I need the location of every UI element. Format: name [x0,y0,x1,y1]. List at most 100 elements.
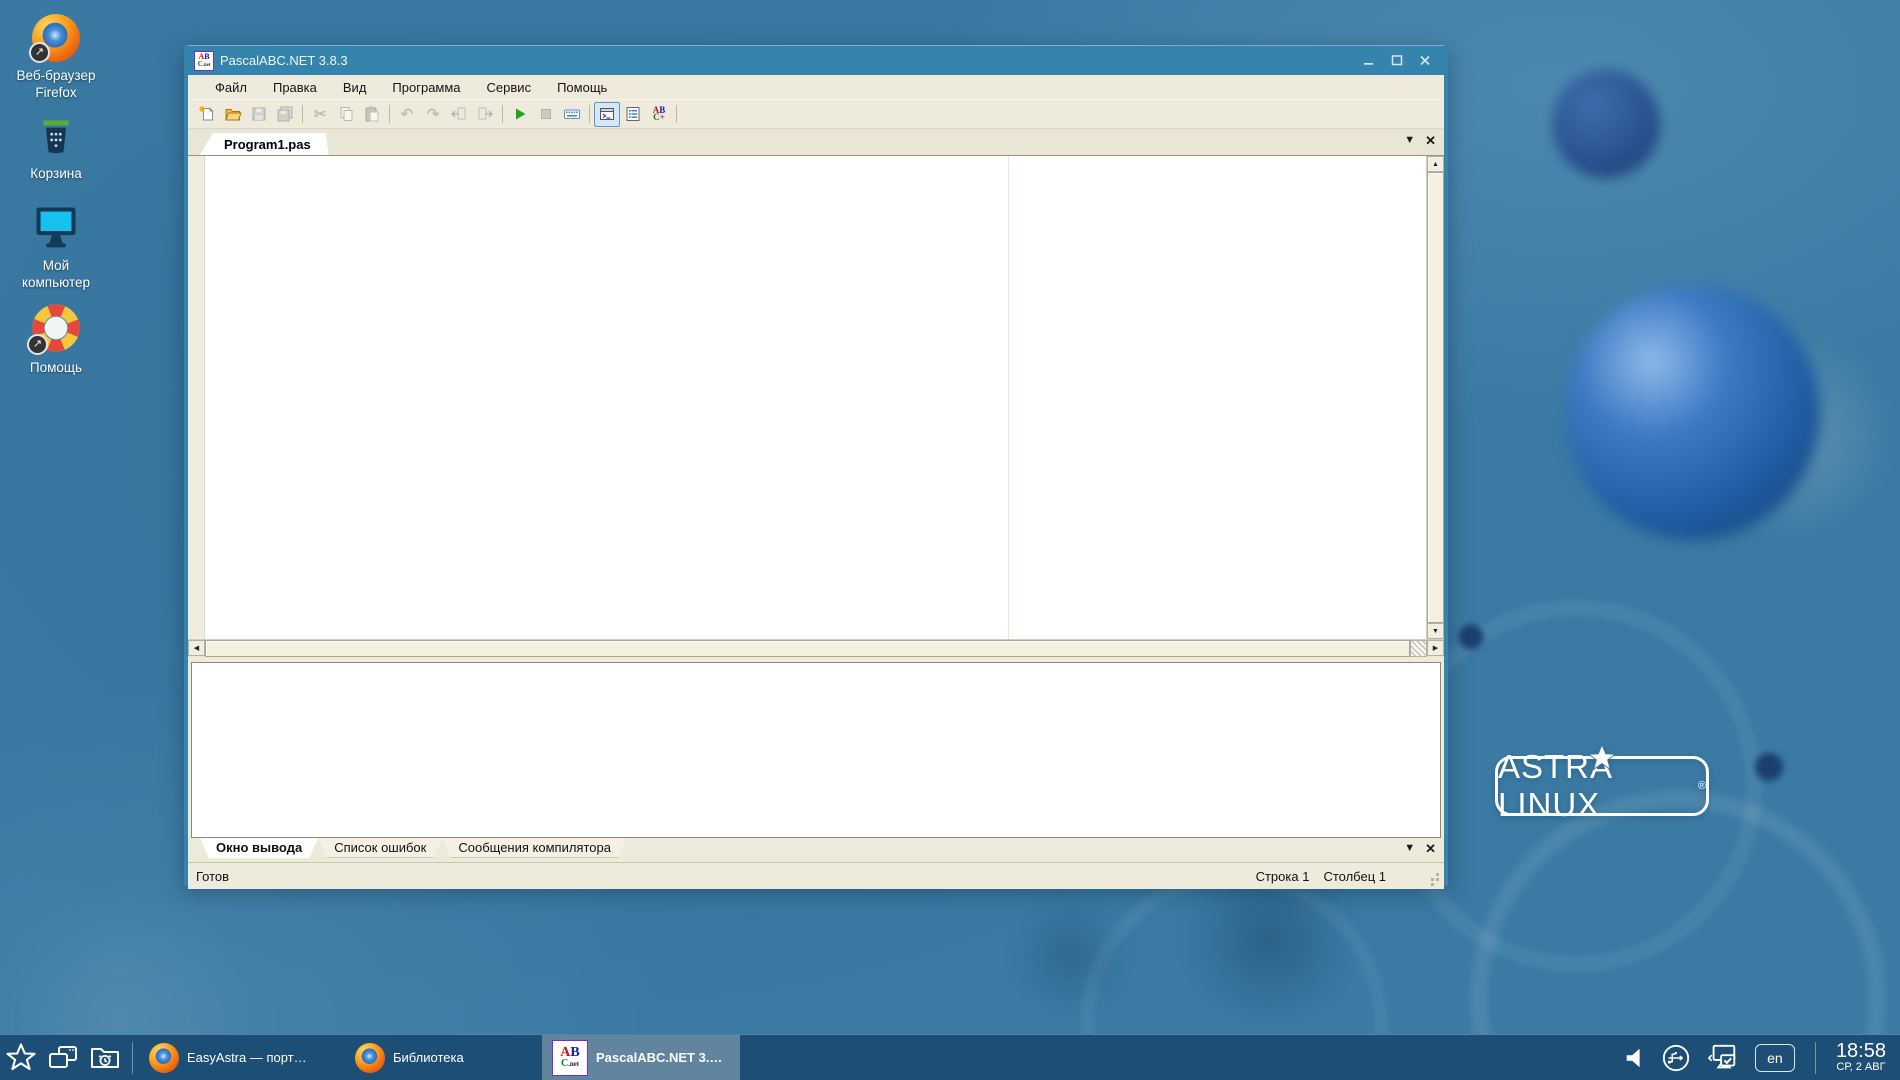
menu-service[interactable]: Сервис [474,77,545,98]
taskbar: EasyAstra — порт… Библиотека AB C.net Pa… [0,1034,1900,1080]
undo-button[interactable]: ↶ [394,102,420,127]
task-library[interactable]: Библиотека [345,1035,500,1080]
copy-icon [340,107,353,121]
redo-button[interactable]: ↷ [420,102,446,127]
desktop-icon-help[interactable]: ↗ Помощь [0,302,112,377]
task-label: PascalABC.NET 3.… [596,1050,723,1065]
code-editor[interactable] [205,156,1426,639]
taskbar-separator [1814,1041,1816,1074]
keyboard-icon [564,109,580,119]
desktop-icon-label: Корзина [30,166,82,181]
toolbar: ✂ ↶ ↷ AB C+ [188,99,1444,129]
close-button[interactable] [1414,51,1436,71]
astra-star-icon [1587,743,1617,771]
toolbar-separator [302,105,303,123]
window-title: PascalABC.NET 3.8.3 [220,53,348,68]
window-titlebar[interactable]: AB C.net PascalABC.NET 3.8.3 [188,45,1444,75]
navigate-forward-button[interactable] [472,102,498,127]
window-list-button[interactable] [42,1035,84,1080]
tab-error-list[interactable]: Список ошибок [318,838,442,858]
maximize-icon [1391,55,1403,66]
menu-edit[interactable]: Правка [260,77,330,98]
start-menu-button[interactable] [0,1035,42,1080]
editor-vertical-scrollbar[interactable]: ▲ ▼ [1426,156,1444,639]
new-file-button[interactable] [194,102,220,127]
display-network-button[interactable] [1705,1042,1741,1074]
task-pascalabc[interactable]: AB C.net PascalABC.NET 3.… [542,1035,740,1080]
scroll-down-button[interactable]: ▼ [1427,623,1444,639]
desktop-icon-trash[interactable]: Корзина [0,114,112,183]
abc-template-icon: AB C+ [652,104,666,122]
paste-button[interactable] [359,102,385,127]
output-tab-dropdown-button[interactable]: ▼ [1404,843,1415,854]
structure-window-button[interactable] [620,102,646,127]
taskbar-separator [132,1041,133,1074]
clock-time: 18:58 [1835,1040,1886,1063]
windows-icon [49,1045,77,1068]
cut-icon: ✂ [313,105,327,123]
tab-output-window[interactable]: Окно вывода [200,838,318,858]
status-ready: Готов [196,868,230,884]
minimize-button[interactable] [1358,51,1380,71]
run-button[interactable] [507,102,533,127]
save-all-button[interactable] [272,102,298,127]
scheduler-folder-button[interactable] [84,1035,126,1080]
monitors-check-icon [1707,1044,1736,1068]
tab-program1[interactable]: Program1.pas [200,133,329,155]
speaker-icon [1626,1048,1640,1067]
desktop-icon-firefox[interactable]: ↗ Веб-браузер Firefox [0,14,112,102]
tab-label: Program1.pas [224,137,311,152]
copy-button[interactable] [333,102,359,127]
close-icon [1420,55,1430,66]
output-close-button[interactable]: ✕ [1425,842,1436,855]
save-button[interactable] [246,102,272,127]
tab-list-dropdown-button[interactable]: ▼ [1404,135,1415,146]
menu-view[interactable]: Вид [330,77,380,98]
usb-devices-button[interactable] [1661,1043,1691,1073]
stop-icon [541,109,551,119]
firefox-icon [149,1042,179,1073]
resize-grip[interactable] [1428,870,1440,882]
toolbar-separator [502,105,503,123]
wallpaper-sphere-glow [1680,330,1900,540]
tab-label: Список ошибок [334,840,427,855]
menu-file[interactable]: Файл [202,77,260,98]
wallpaper-dot [1456,622,1486,652]
open-file-button[interactable] [220,102,246,127]
clock[interactable]: 18:58 СР, 2 АВГ [1836,1041,1886,1074]
wallpaper-dot [1752,750,1786,784]
scroll-right-button[interactable]: ▶ [1427,640,1444,656]
keyboard-layout-indicator[interactable]: en [1754,1043,1795,1072]
tab-close-button[interactable]: ✕ [1425,134,1436,147]
menu-program[interactable]: Программа [379,77,473,98]
desktop-icon-my-computer[interactable]: Мой компьютер [0,202,112,292]
editor-frame: ▲ ▼ ◀ ▶ [188,155,1444,657]
scroll-up-button[interactable]: ▲ [1427,156,1444,172]
stop-button[interactable] [533,102,559,127]
volume-button[interactable] [1623,1046,1647,1070]
tab-compiler-messages[interactable]: Сообщения компилятора [442,838,627,858]
navigate-back-button[interactable] [446,102,472,127]
horizontal-scroll-thumb[interactable] [205,640,1410,657]
toolbar-separator [389,105,390,123]
shortcut-arrow-icon: ↗ [29,42,50,63]
vertical-scroll-thumb[interactable] [1427,172,1444,623]
maximize-button[interactable] [1386,51,1408,71]
task-easyastra[interactable]: EasyAstra — порт… [139,1035,329,1080]
cut-button[interactable]: ✂ [307,102,333,127]
abc-template-button[interactable]: AB C+ [646,102,672,127]
wallpaper-blob [1010,900,1130,1010]
redo-icon: ↷ [426,105,440,123]
scroll-left-button[interactable]: ◀ [188,640,205,656]
editor-horizontal-scrollbar[interactable]: ◀ ▶ [188,639,1444,657]
undo-icon: ↶ [400,105,414,123]
menu-help[interactable]: Помощь [544,77,620,98]
keyboard-input-button[interactable] [559,102,585,127]
console-window-toggle[interactable] [594,101,620,127]
usb-icon [1662,1044,1690,1071]
output-tab-strip: Окно вывода Список ошибок Сообщения комп… [188,838,1444,862]
save-all-icon [277,106,293,122]
navigate-back-icon [450,107,466,120]
folder-clock-icon [91,1047,119,1068]
scrollbar-corner-grip [1410,640,1427,657]
